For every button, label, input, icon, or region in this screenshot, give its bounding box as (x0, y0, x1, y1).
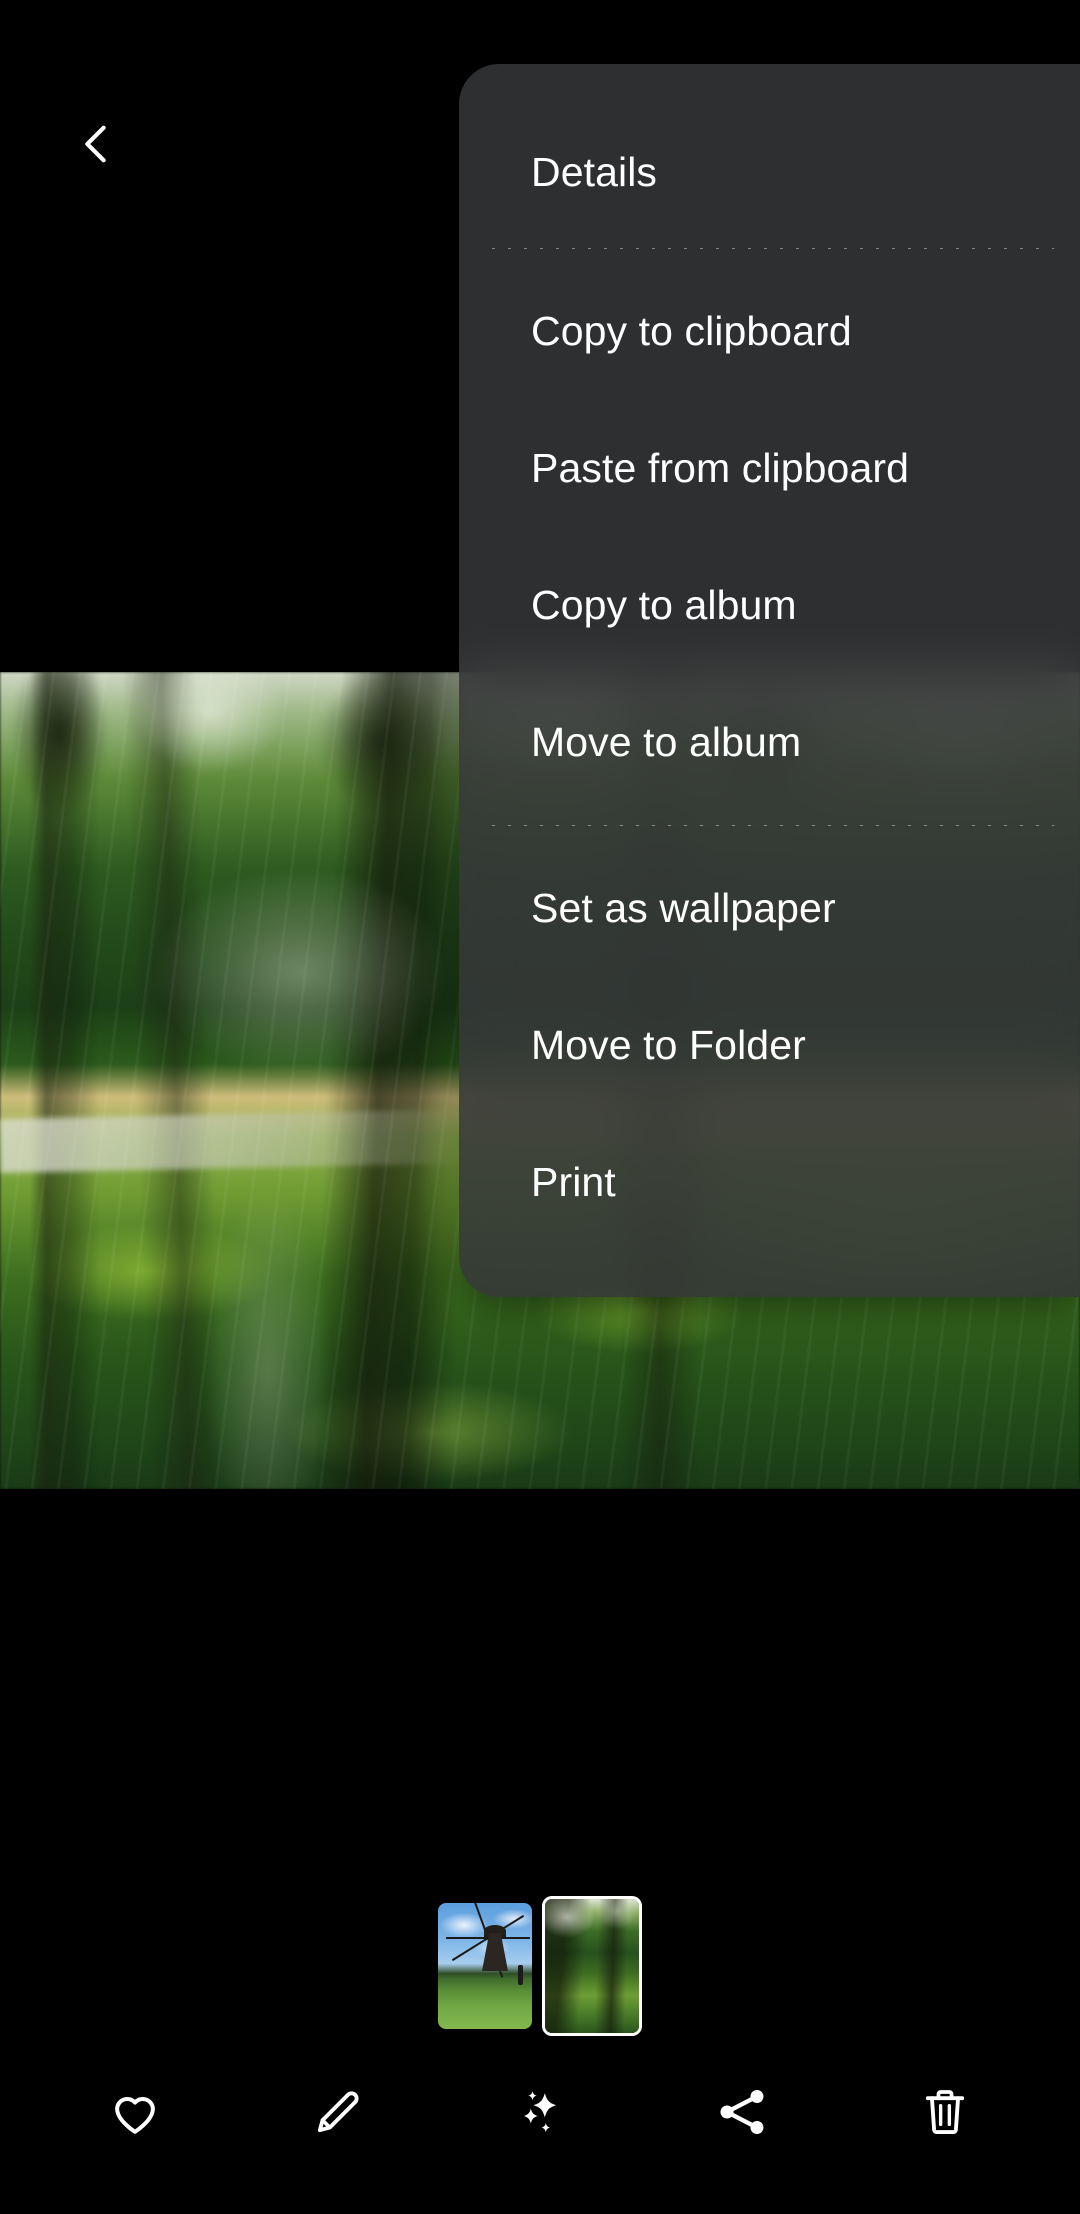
heart-icon (115, 2097, 156, 2134)
menu-item-copy-to-clipboard[interactable]: Copy to clipboard (459, 263, 1080, 400)
menu-item-copy-to-album[interactable]: Copy to album (459, 537, 1080, 674)
edit-button[interactable] (286, 2060, 390, 2164)
delete-button[interactable] (893, 2060, 997, 2164)
overflow-menu-list: Details Copy to clipboard Paste from cli… (459, 64, 1080, 1297)
photo-viewer-screen: Details Copy to clipboard Paste from cli… (0, 0, 1080, 2214)
menu-divider (492, 248, 1054, 249)
thumbnail-windmill-image (438, 1903, 532, 2029)
pencil-icon (317, 2091, 359, 2133)
chevron-left-icon (85, 125, 106, 163)
trash-icon (925, 2090, 964, 2134)
menu-item-move-to-folder[interactable]: Move to Folder (459, 977, 1080, 1114)
windmill-person (518, 1965, 523, 1985)
thumbnail-park-image (545, 1899, 639, 2033)
menu-item-paste-from-clipboard[interactable]: Paste from clipboard (459, 400, 1080, 537)
bottom-toolbar (0, 2040, 1080, 2214)
menu-item-set-as-wallpaper[interactable]: Set as wallpaper (459, 840, 1080, 977)
thumbnail-windmill[interactable] (438, 1903, 532, 2029)
overflow-menu[interactable]: Details Copy to clipboard Paste from cli… (459, 64, 1080, 1297)
thumbnail-park[interactable] (542, 1896, 642, 2036)
menu-item-move-to-album[interactable]: Move to album (459, 674, 1080, 811)
filmstrip (0, 1892, 1080, 2040)
menu-item-print[interactable]: Print (459, 1114, 1080, 1251)
back-button[interactable] (52, 100, 140, 188)
share-icon (720, 2090, 764, 2134)
sparkles-icon (523, 2091, 557, 2133)
menu-item-details[interactable]: Details (459, 110, 1080, 234)
share-button[interactable] (690, 2060, 794, 2164)
enhance-button[interactable] (488, 2060, 592, 2164)
menu-divider (492, 825, 1054, 826)
favorite-button[interactable] (83, 2060, 187, 2164)
